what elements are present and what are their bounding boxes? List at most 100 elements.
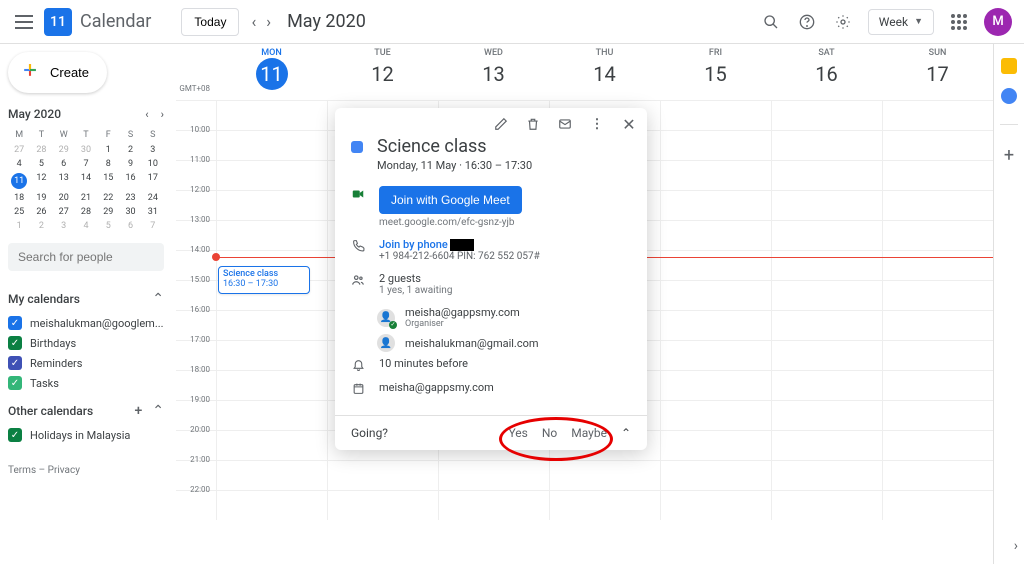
prev-week-icon[interactable]: ‹ (251, 12, 256, 31)
time-slot[interactable] (660, 101, 771, 130)
time-slot[interactable] (660, 341, 771, 370)
time-slot[interactable] (216, 431, 327, 460)
time-slot[interactable] (216, 221, 327, 250)
mini-cal-date[interactable]: 21 (75, 191, 97, 205)
mini-cal-date[interactable]: 28 (30, 143, 52, 157)
checkbox-icon[interactable]: ✓ (8, 336, 22, 350)
terms-link[interactable]: Terms (8, 465, 36, 476)
today-button[interactable]: Today (181, 8, 239, 36)
calendar-item[interactable]: ✓Holidays in Malaysia (8, 425, 164, 445)
time-slot[interactable] (882, 101, 993, 130)
mini-cal-date[interactable]: 30 (119, 205, 141, 219)
calendar-item[interactable]: ✓Tasks (8, 373, 164, 393)
mini-cal-date[interactable]: 26 (30, 205, 52, 219)
mini-cal-date[interactable]: 4 (75, 219, 97, 233)
checkbox-icon[interactable]: ✓ (8, 376, 22, 390)
add-calendar-icon[interactable]: + (134, 403, 142, 419)
time-slot[interactable] (549, 461, 660, 490)
time-slot[interactable] (771, 221, 882, 250)
time-slot[interactable] (660, 461, 771, 490)
main-menu-icon[interactable] (12, 10, 36, 34)
mini-cal-date[interactable]: 27 (8, 143, 30, 157)
collapse-panel-icon[interactable]: › (1014, 538, 1018, 554)
mini-cal-date[interactable]: 19 (30, 191, 52, 205)
mini-cal-date[interactable]: 5 (30, 157, 52, 171)
collapse-icon[interactable]: ⌃ (152, 291, 164, 307)
checkbox-icon[interactable]: ✓ (8, 356, 22, 370)
day-header[interactable]: FRI15 (660, 44, 771, 96)
time-slot[interactable] (882, 221, 993, 250)
time-slot[interactable] (882, 311, 993, 340)
checkbox-icon[interactable]: ✓ (8, 428, 22, 442)
time-slot[interactable] (660, 281, 771, 310)
mini-next-icon[interactable]: › (161, 108, 164, 121)
checkbox-icon[interactable]: ✓ (8, 316, 22, 330)
mini-cal-date[interactable]: 10 (142, 157, 164, 171)
time-slot[interactable] (882, 281, 993, 310)
delete-icon[interactable] (525, 116, 541, 132)
time-slot[interactable] (771, 131, 882, 160)
mini-cal-date[interactable]: 6 (53, 157, 75, 171)
rsvp-expand-icon[interactable]: ⌃ (621, 426, 631, 440)
rsvp-yes-button[interactable]: Yes (508, 426, 527, 440)
time-slot[interactable] (216, 161, 327, 190)
time-slot[interactable] (882, 431, 993, 460)
calendar-item[interactable]: ✓Reminders (8, 353, 164, 373)
mini-cal-date[interactable]: 1 (97, 143, 119, 157)
mini-cal-date[interactable]: 3 (53, 219, 75, 233)
time-slot[interactable] (771, 281, 882, 310)
options-icon[interactable]: ⋮ (589, 116, 605, 132)
create-button[interactable]: Create (8, 52, 107, 93)
mini-cal-date[interactable]: 30 (75, 143, 97, 157)
calendar-item[interactable]: ✓meishalukman@googlem... (8, 313, 164, 333)
time-slot[interactable] (771, 401, 882, 430)
mini-cal-date[interactable]: 16 (119, 171, 141, 191)
day-header[interactable]: TUE12 (327, 44, 438, 96)
time-slot[interactable] (882, 131, 993, 160)
mini-cal-date[interactable]: 5 (97, 219, 119, 233)
search-people-input[interactable] (8, 243, 164, 271)
mini-prev-icon[interactable]: ‹ (145, 108, 148, 121)
mini-cal-date[interactable]: 28 (75, 205, 97, 219)
mini-cal-date[interactable]: 1 (8, 219, 30, 233)
day-header[interactable]: SAT16 (771, 44, 882, 96)
mini-cal-date[interactable]: 2 (30, 219, 52, 233)
time-slot[interactable] (438, 491, 549, 520)
day-header[interactable]: THU14 (549, 44, 660, 96)
mail-icon[interactable] (557, 116, 573, 132)
time-slot[interactable] (216, 311, 327, 340)
time-slot[interactable] (660, 401, 771, 430)
mini-cal-date[interactable]: 14 (75, 171, 97, 191)
rsvp-maybe-button[interactable]: Maybe (571, 426, 607, 440)
time-slot[interactable] (216, 401, 327, 430)
time-slot[interactable] (771, 251, 882, 280)
calendar-item[interactable]: ✓Birthdays (8, 333, 164, 353)
time-slot[interactable] (771, 101, 882, 130)
event-chip[interactable]: Science class 16:30 – 17:30 (218, 266, 310, 294)
time-slot[interactable] (660, 221, 771, 250)
time-slot[interactable] (771, 161, 882, 190)
time-slot[interactable] (882, 371, 993, 400)
mini-cal-date[interactable]: 27 (53, 205, 75, 219)
help-icon[interactable] (796, 11, 818, 33)
time-slot[interactable] (549, 491, 660, 520)
time-slot[interactable] (771, 491, 882, 520)
time-slot[interactable] (327, 491, 438, 520)
rsvp-no-button[interactable]: No (542, 426, 557, 440)
mini-cal-date[interactable]: 4 (8, 157, 30, 171)
mini-cal-date[interactable]: 7 (142, 219, 164, 233)
mini-cal-date[interactable]: 17 (142, 171, 164, 191)
mini-cal-date[interactable]: 15 (97, 171, 119, 191)
time-slot[interactable] (771, 431, 882, 460)
time-slot[interactable] (882, 491, 993, 520)
time-slot[interactable] (216, 341, 327, 370)
mini-cal-date[interactable]: 22 (97, 191, 119, 205)
guest-row[interactable]: 👤 meishalukman@gmail.com (377, 334, 631, 352)
mini-cal-date[interactable]: 9 (119, 157, 141, 171)
mini-cal-date[interactable]: 29 (53, 143, 75, 157)
close-icon[interactable]: ✕ (621, 116, 637, 132)
mini-cal-date[interactable]: 8 (97, 157, 119, 171)
mini-cal-date[interactable]: 7 (75, 157, 97, 171)
time-slot[interactable] (882, 251, 993, 280)
time-slot[interactable] (882, 401, 993, 430)
